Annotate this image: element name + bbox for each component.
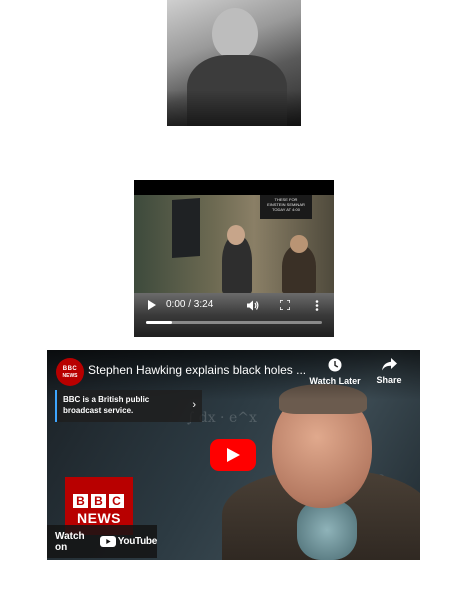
sign: THESE FOR EINSTEIN SEMINAR TODAY AT 4:00 bbox=[260, 195, 312, 219]
cravat-shape bbox=[297, 500, 357, 560]
video-title[interactable]: Stephen Hawking explains black holes ... bbox=[88, 363, 310, 377]
play-button[interactable] bbox=[210, 439, 256, 471]
head-shape bbox=[227, 225, 245, 245]
share-label: Share bbox=[376, 375, 402, 385]
youtube-logo-icon bbox=[99, 536, 116, 547]
chalkboard-shape bbox=[172, 198, 200, 258]
channel-avatar-top: BBC bbox=[62, 365, 78, 372]
photo-shadow bbox=[167, 90, 301, 126]
face-shape bbox=[212, 8, 258, 60]
play-icon bbox=[227, 448, 240, 462]
youtube-wordmark: YouTube bbox=[117, 536, 158, 547]
youtube-logo: YouTube bbox=[99, 536, 158, 547]
volume-icon bbox=[247, 300, 259, 310]
info-card-text: BBC is a British public broadcast servic… bbox=[63, 395, 150, 415]
progress-fill bbox=[146, 321, 173, 324]
info-card[interactable]: BBC is a British public broadcast servic… bbox=[55, 390, 202, 422]
clock-icon bbox=[328, 358, 342, 372]
player-controls-bar bbox=[134, 293, 334, 337]
logo-block: C bbox=[109, 494, 124, 508]
share-button[interactable]: Share bbox=[359, 358, 419, 385]
logo-word: NEWS bbox=[77, 510, 121, 526]
fullscreen-icon bbox=[280, 300, 290, 310]
watch-later-label: Watch Later bbox=[309, 376, 361, 386]
video-frame: THESE FOR EINSTEIN SEMINAR TODAY AT 4:00 bbox=[134, 195, 334, 293]
channel-avatar[interactable]: BBC NEWS bbox=[56, 358, 84, 386]
watch-on-youtube-button[interactable]: Watch on YouTube bbox=[47, 525, 157, 558]
play-button[interactable] bbox=[144, 298, 158, 312]
play-icon bbox=[147, 300, 156, 310]
fullscreen-button[interactable] bbox=[278, 298, 292, 312]
watch-later-button[interactable]: Watch Later bbox=[305, 358, 365, 386]
more-options-button[interactable] bbox=[310, 298, 324, 312]
more-vert-icon bbox=[315, 299, 319, 311]
channel-avatar-bottom: NEWS bbox=[62, 372, 78, 379]
logo-block: B bbox=[91, 494, 106, 508]
video-player[interactable]: THESE FOR EINSTEIN SEMINAR TODAY AT 4:00… bbox=[134, 180, 334, 337]
chevron-right-icon: › bbox=[192, 399, 196, 411]
head-shape-2 bbox=[290, 235, 308, 253]
watch-on-label: Watch on bbox=[55, 530, 85, 553]
youtube-embed[interactable]: ∫ dx · e^x λ ≈ c BBC NEWS Stephen Hawkin… bbox=[47, 350, 420, 560]
share-icon bbox=[381, 358, 397, 371]
mute-button[interactable] bbox=[246, 298, 260, 312]
logo-block: B bbox=[73, 494, 88, 508]
progress-bar[interactable] bbox=[146, 321, 322, 324]
time-display: 0:00 / 3:24 bbox=[166, 299, 214, 310]
portrait-photo bbox=[167, 0, 301, 126]
